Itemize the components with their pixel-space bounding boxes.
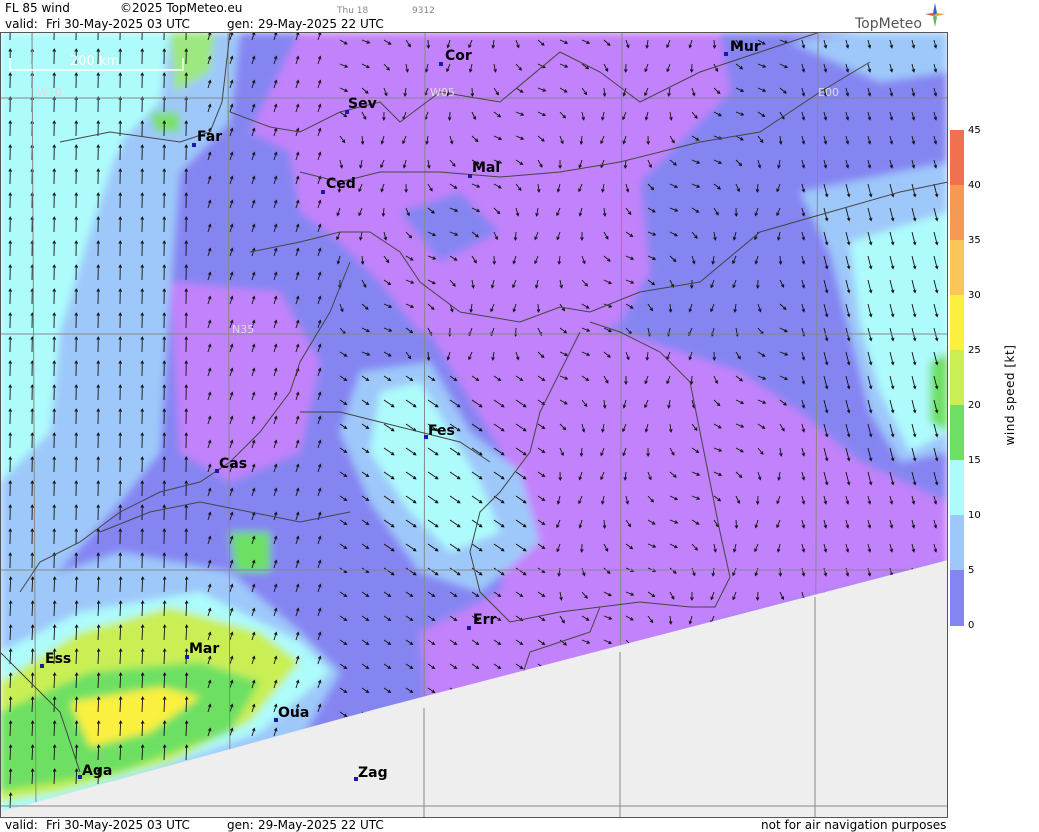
city-label-aga: Aga [82, 763, 112, 779]
legend-tick-30: 30 [968, 290, 981, 301]
legend-tick-40: 40 [968, 180, 981, 191]
city-label-cor: Cor [445, 48, 472, 64]
city-label-err: Err [473, 612, 496, 628]
legend-tick-20: 20 [968, 400, 981, 411]
gen-label: gen: [227, 17, 254, 31]
legend-tick-25: 25 [968, 345, 981, 356]
city-label-oua: Oua [278, 705, 309, 721]
scale-label: 200 km [70, 54, 119, 69]
legend-tick-10: 10 [968, 510, 981, 521]
gen-value: 29-May-2025 22 UTC [258, 17, 384, 31]
brand-compass-icon [925, 3, 945, 27]
small-code-label: 9312 [412, 6, 435, 16]
grid-label-w05: W05 [430, 86, 455, 99]
valid-value: Fri 30-May-2025 03 UTC [46, 17, 190, 31]
legend-tick-5: 5 [968, 565, 975, 576]
product-title: FL 85 wind [5, 1, 70, 15]
valid-label: valid: [5, 17, 38, 31]
city-label-ced: Ced [326, 176, 356, 192]
footer-gen-label: gen: [227, 818, 254, 832]
city-label-ess: Ess [45, 651, 71, 667]
city-label-mal: Mal [472, 160, 500, 176]
grid-label-w10: W10 [37, 86, 62, 99]
footer-gen-value: 29-May-2025 22 UTC [258, 818, 384, 832]
footer-valid-label: valid: [5, 818, 38, 832]
city-label-cas: Cas [219, 456, 247, 472]
copyright: ©2025 TopMeteo.eu [120, 1, 243, 15]
city-label-fes: Fes [428, 423, 455, 439]
wind-speed-colorbar [950, 130, 964, 626]
legend-tick-15: 15 [968, 455, 981, 466]
legend-tick-45: 45 [968, 125, 981, 136]
grid-label-n35: N35 [232, 323, 254, 336]
city-label-mur: Mur [730, 39, 761, 55]
footer-valid-value: Fri 30-May-2025 03 UTC [46, 818, 190, 832]
legend-tick-0: 0 [968, 620, 975, 631]
small-day-label: Thu 18 [337, 6, 369, 16]
city-label-far: Far [197, 129, 222, 145]
footer-disclaimer: not for air navigation purposes [761, 818, 947, 832]
city-label-sev: Sev [348, 96, 377, 112]
legend-tick-35: 35 [968, 235, 981, 246]
grid-label-e00: E00 [818, 86, 839, 99]
brand-name: TopMeteo [855, 16, 922, 32]
city-label-zag: Zag [358, 765, 388, 781]
legend-title: wind speed [kt] [1003, 344, 1017, 446]
wind-map: 200 km W10 W05 E00 N35 Cor Mur Sev Far M… [0, 32, 948, 818]
city-label-mar: Mar [189, 641, 219, 657]
